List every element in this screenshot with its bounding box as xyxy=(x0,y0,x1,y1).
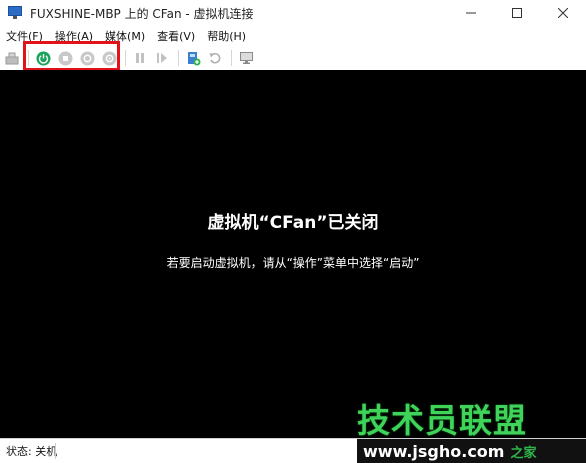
status-divider xyxy=(55,443,56,459)
revert-icon xyxy=(209,52,221,64)
shut-down-icon xyxy=(80,51,94,65)
watermark-tail: 之家 xyxy=(510,445,537,461)
turn-off-button[interactable] xyxy=(55,48,75,68)
resume-button[interactable] xyxy=(152,48,172,68)
toolbar xyxy=(0,46,586,70)
enhanced-session-button[interactable] xyxy=(236,48,256,68)
start-button[interactable] xyxy=(33,48,53,68)
ctrl-alt-del-icon xyxy=(5,52,19,65)
toolbar-separator xyxy=(28,50,29,66)
minimize-icon xyxy=(466,12,476,14)
start-icon xyxy=(36,51,50,65)
close-button[interactable] xyxy=(540,0,586,26)
resume-icon xyxy=(157,53,167,63)
vm-display[interactable]: 虚拟机“CFan”已关闭 若要启动虚拟机，请从“操作”菜单中选择“启动” xyxy=(0,70,586,438)
save-icon xyxy=(102,51,116,65)
watermark-title: 技术员联盟 xyxy=(357,401,527,440)
toolbar-separator xyxy=(178,50,179,66)
menu-action[interactable]: 操作(A) xyxy=(49,28,99,44)
toolbar-separator xyxy=(231,50,232,66)
maximize-icon xyxy=(512,8,522,18)
menu-view[interactable]: 查看(V) xyxy=(151,28,201,44)
shut-down-button[interactable] xyxy=(77,48,97,68)
toolbar-separator xyxy=(125,50,126,66)
watermark-url: www.jsgho.com xyxy=(363,441,505,461)
ctrl-alt-del-button[interactable] xyxy=(2,48,22,68)
pause-icon xyxy=(136,53,144,63)
vm-off-title: 虚拟机“CFan”已关闭 xyxy=(207,213,379,233)
vm-connection-app-icon xyxy=(8,6,24,20)
minimize-button[interactable] xyxy=(448,0,494,26)
pause-button[interactable] xyxy=(130,48,150,68)
menu-help[interactable]: 帮助(H) xyxy=(201,28,252,44)
checkpoint-button[interactable] xyxy=(183,48,203,68)
status-text: 状态: 关机 xyxy=(6,445,58,458)
title-bar: FUXSHINE-MBP 上的 CFan - 虚拟机连接 xyxy=(0,0,586,26)
revert-button[interactable] xyxy=(205,48,225,68)
window-controls xyxy=(448,0,586,26)
save-button[interactable] xyxy=(99,48,119,68)
checkpoint-icon xyxy=(187,51,200,65)
menu-media[interactable]: 媒体(M) xyxy=(99,28,151,44)
vm-start-hint: 若要启动虚拟机，请从“操作”菜单中选择“启动” xyxy=(166,256,420,270)
turn-off-icon xyxy=(58,51,72,65)
menu-bar: 文件(F) 操作(A) 媒体(M) 查看(V) 帮助(H) xyxy=(0,26,586,46)
watermark-band: www.jsgho.com 之家 xyxy=(357,439,586,463)
menu-file[interactable]: 文件(F) xyxy=(0,28,49,44)
window-title: FUXSHINE-MBP 上的 CFan - 虚拟机连接 xyxy=(30,6,254,21)
enhanced-session-icon xyxy=(239,51,253,64)
close-icon xyxy=(558,8,568,18)
maximize-button[interactable] xyxy=(494,0,540,26)
